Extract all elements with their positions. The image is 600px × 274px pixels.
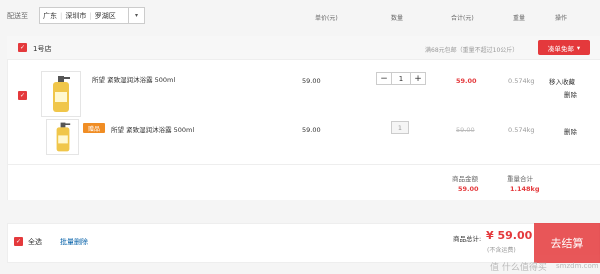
minus-icon[interactable]: − xyxy=(377,73,391,84)
shop-checkbox[interactable]: ✓ xyxy=(18,43,27,52)
free-shipping-label: 凑单免邮 xyxy=(547,44,574,53)
address-province: 广东 xyxy=(43,11,57,20)
gift-product-title[interactable]: 所望 紧致湿润沐浴露 500ml xyxy=(111,124,194,134)
batch-delete-link[interactable]: 批量删除 xyxy=(60,237,88,247)
quantity-value[interactable]: 1 xyxy=(391,73,411,84)
total-value: ¥ 59.00 xyxy=(486,229,533,242)
weight-total-label: 重量合计 xyxy=(507,175,533,183)
gift-badge: 赠品 xyxy=(83,123,105,133)
item-checkbox[interactable]: ✓ xyxy=(18,91,27,100)
chevron-down-icon[interactable]: ▾ xyxy=(128,8,144,23)
item-weight: 0.574kg xyxy=(508,77,535,85)
free-shipping-button[interactable]: 凑单免邮 ▾ xyxy=(538,40,590,55)
total-label: 商品总计: xyxy=(453,235,482,243)
address-district: 罗湖区 xyxy=(94,11,116,20)
col-header-ops: 操作 xyxy=(555,15,568,22)
shop-name: 1号店 xyxy=(33,45,52,53)
gift-quantity: 1 xyxy=(391,121,409,134)
address-selector[interactable]: 广东 | 深圳市 | 罗湖区 ▾ xyxy=(39,7,145,24)
bottle-icon xyxy=(56,122,70,152)
product-image[interactable] xyxy=(41,71,81,117)
product-title[interactable]: 所望 紧致湿润沐浴露 500ml xyxy=(92,74,175,84)
unit-price: 59.00 xyxy=(302,77,321,85)
move-to-favorites-link[interactable]: 移入收藏 xyxy=(549,76,575,86)
col-header-price: 单价(元) xyxy=(315,15,338,22)
ship-to-label: 配送至 xyxy=(7,12,28,20)
quantity-stepper[interactable]: − 1 + xyxy=(376,72,426,85)
gift-unit-price: 59.00 xyxy=(302,126,321,134)
gift-delete-link[interactable]: 删除 xyxy=(564,126,577,136)
select-all-label[interactable]: 全选 xyxy=(28,237,42,247)
gift-subtotal: 59.00 xyxy=(456,126,475,134)
checkout-button[interactable]: 去结算 xyxy=(534,223,600,263)
chevron-down-icon: ▾ xyxy=(576,43,581,52)
amount-label: 商品金额 xyxy=(452,175,478,183)
plus-icon[interactable]: + xyxy=(411,73,425,84)
shipping-note: 满68元包邮（重量不超过10公斤） xyxy=(425,47,519,54)
item-subtotal: 59.00 xyxy=(456,77,477,85)
watermark: 值 什么值得买 xyxy=(490,263,547,273)
delete-link[interactable]: 删除 xyxy=(564,89,577,99)
select-all-checkbox[interactable]: ✓ xyxy=(14,237,23,246)
gift-weight: 0.574kg xyxy=(508,126,535,134)
shipping-excluded-note: (不含运费) xyxy=(487,247,516,254)
gift-product-image[interactable] xyxy=(46,119,79,155)
watermark-url: smzdm.com xyxy=(556,262,599,270)
bottle-icon xyxy=(53,76,70,112)
weight-total-value: 1.148kg xyxy=(510,185,540,193)
amount-value: 59.00 xyxy=(458,185,479,193)
divider xyxy=(7,164,600,165)
address-city: 深圳市 xyxy=(65,11,87,20)
col-header-weight: 重量 xyxy=(513,15,526,22)
col-header-qty: 数量 xyxy=(391,15,404,22)
col-header-subtotal: 合计(元) xyxy=(451,15,474,22)
